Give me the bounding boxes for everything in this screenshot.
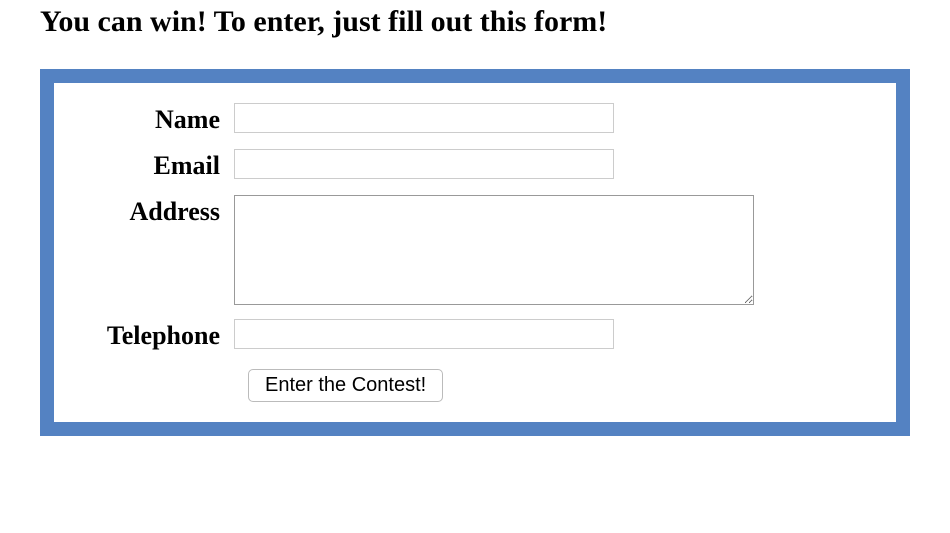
telephone-label: Telephone (84, 319, 234, 351)
telephone-input[interactable] (234, 319, 614, 349)
address-input[interactable] (234, 195, 754, 305)
address-row: Address (84, 195, 866, 305)
submit-row: Enter the Contest! (84, 369, 866, 402)
page-title: You can win! To enter, just fill out thi… (40, 5, 910, 39)
email-input[interactable] (234, 149, 614, 179)
name-label: Name (84, 103, 234, 135)
email-row: Email (84, 149, 866, 181)
submit-button[interactable]: Enter the Contest! (248, 369, 443, 402)
name-input[interactable] (234, 103, 614, 133)
contest-form: Name Email Address Telephone Enter the C… (40, 69, 910, 436)
name-row: Name (84, 103, 866, 135)
email-label: Email (84, 149, 234, 181)
telephone-row: Telephone (84, 319, 866, 351)
address-label: Address (84, 195, 234, 227)
